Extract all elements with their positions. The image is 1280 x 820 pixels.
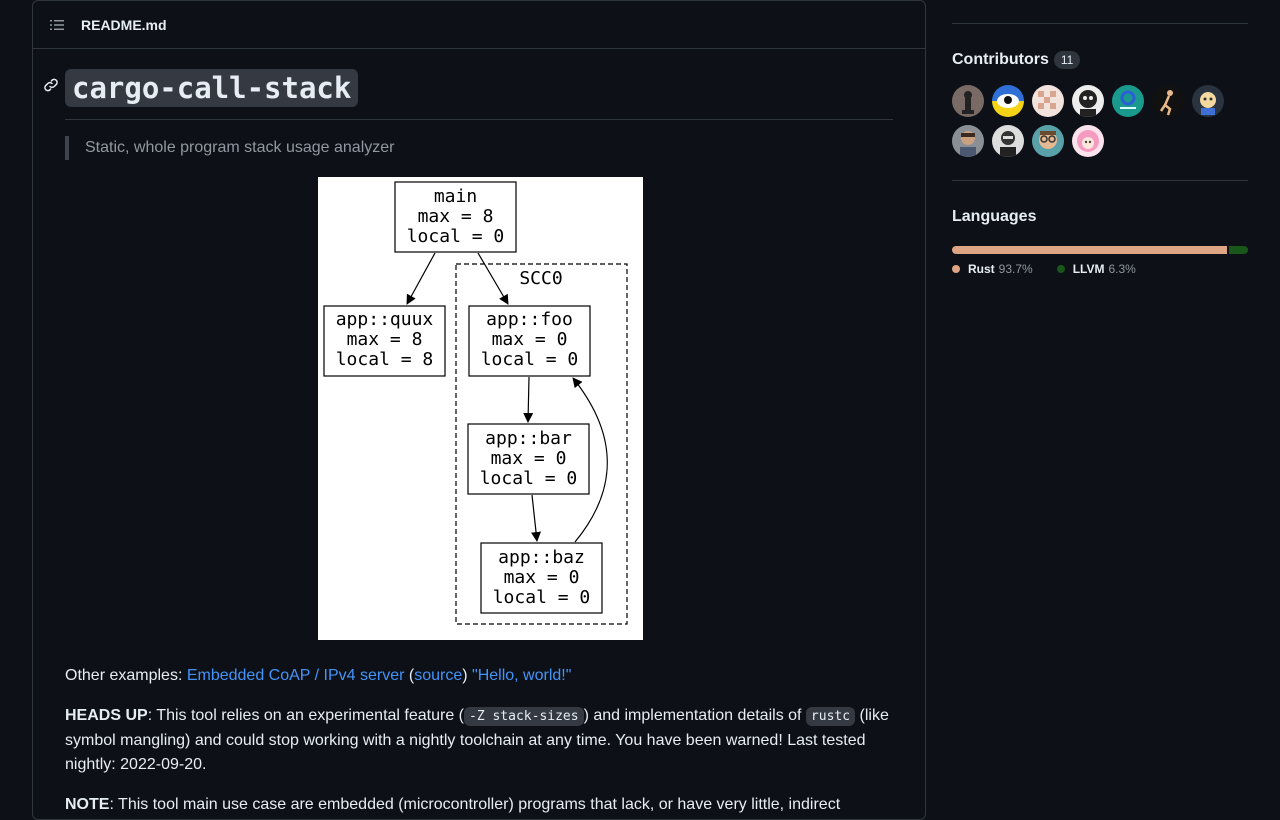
- heads-up-paragraph: HEADS UP: This tool relies on an experim…: [65, 707, 889, 773]
- edge-foo-bar: [523, 376, 534, 423]
- svg-text:local = 0: local = 0: [493, 587, 591, 608]
- avatar-pattern-icon[interactable]: [1032, 85, 1064, 117]
- svg-text:app::baz: app::baz: [498, 547, 585, 568]
- avatar-bw-icon[interactable]: [992, 125, 1024, 157]
- sidebar-divider: [952, 23, 1248, 24]
- call-graph-diagram: SCC0 main max = 8 local = 0 app::quux ma…: [318, 177, 643, 640]
- languages-legend: Rust 93.7% LLVM 6.3%: [952, 262, 1248, 276]
- svg-text:app::foo: app::foo: [486, 309, 573, 330]
- avatar-cartoon-icon[interactable]: [1192, 85, 1224, 117]
- avatar-ie-icon[interactable]: [1112, 85, 1144, 117]
- language-dot-icon: [1056, 265, 1065, 273]
- avatar-portrait-icon[interactable]: [1072, 85, 1104, 117]
- hello-world-link[interactable]: "Hello, world!": [472, 667, 571, 684]
- svg-text:max = 0: max = 0: [492, 329, 568, 350]
- avatar-runner-icon[interactable]: [1152, 85, 1184, 117]
- title-text: cargo-call-stack: [65, 69, 359, 107]
- examples-paragraph: Other examples: Embedded CoAP / IPv4 ser…: [65, 667, 572, 684]
- svg-text:max = 0: max = 0: [504, 567, 580, 588]
- contributors-title[interactable]: Contributors: [952, 51, 1049, 69]
- coap-server-link[interactable]: Embedded CoAP / IPv4 server: [187, 667, 405, 684]
- avatar-glasses-icon[interactable]: [1032, 125, 1064, 157]
- language-bar-segment-llvm[interactable]: [1229, 246, 1248, 254]
- node-quux: app::quux max = 8 local = 8: [323, 305, 446, 377]
- edge-main-quux: [406, 252, 436, 305]
- languages-bar: [952, 246, 1248, 254]
- tagline-quote: Static, whole program stack usage analyz…: [65, 136, 893, 160]
- contributors-section: Contributors 11: [952, 51, 1248, 157]
- svg-text:main: main: [434, 186, 477, 207]
- repo-sidebar: Contributors 11 Languages Rust 93.7% LLV…: [952, 0, 1248, 276]
- edge-bar-baz: [531, 494, 541, 542]
- readme-filename[interactable]: README.md: [81, 17, 167, 33]
- avatar-person-icon[interactable]: [952, 125, 984, 157]
- avatar-anime-icon[interactable]: [1072, 125, 1104, 157]
- svg-text:max = 8: max = 8: [418, 206, 494, 227]
- svg-text:max = 8: max = 8: [347, 329, 423, 350]
- tagline-text: Static, whole program stack usage analyz…: [85, 139, 395, 156]
- readme-panel: README.md cargo-call-stack Static, whole…: [32, 0, 926, 820]
- language-item-rust[interactable]: Rust 93.7%: [952, 262, 1033, 276]
- rustc-code: rustc: [805, 707, 856, 726]
- node-main: main max = 8 local = 0: [394, 181, 517, 253]
- node-bar: app::bar max = 0 local = 0: [467, 423, 590, 495]
- language-dot-icon: [952, 265, 960, 273]
- languages-title: Languages: [952, 208, 1037, 225]
- node-baz: app::baz max = 0 local = 0: [480, 542, 603, 614]
- avatar-eye-icon[interactable]: [992, 85, 1024, 117]
- sidebar-divider: [952, 180, 1248, 181]
- language-item-llvm[interactable]: LLVM 6.3%: [1056, 262, 1136, 276]
- svg-text:local = 8: local = 8: [336, 349, 434, 370]
- heads-up-label: HEADS UP: [65, 707, 148, 724]
- svg-text:app::quux: app::quux: [336, 309, 434, 330]
- source-link[interactable]: source: [414, 667, 462, 684]
- avatar-chess-icon[interactable]: [952, 85, 984, 117]
- cluster-label: SCC0: [519, 268, 562, 289]
- svg-text:local = 0: local = 0: [407, 226, 505, 247]
- readme-body: cargo-call-stack Static, whole program s…: [33, 69, 925, 817]
- node-foo: app::foo max = 0 local = 0: [468, 305, 591, 377]
- svg-text:local = 0: local = 0: [481, 349, 579, 370]
- contributors-count: 11: [1053, 51, 1081, 69]
- note-paragraph: NOTE: This tool main use case are embedd…: [65, 796, 841, 813]
- page-title: cargo-call-stack: [44, 69, 893, 120]
- link-icon[interactable]: [43, 77, 59, 93]
- list-icon[interactable]: [49, 17, 65, 33]
- language-bar-segment-rust[interactable]: [952, 246, 1228, 254]
- languages-section: Languages Rust 93.7% LLVM 6.3%: [952, 208, 1248, 276]
- readme-header: README.md: [33, 1, 925, 49]
- svg-text:max = 0: max = 0: [491, 448, 567, 469]
- edge-main-foo: [477, 252, 509, 305]
- contributors-avatars: [952, 85, 1242, 157]
- svg-text:app::bar: app::bar: [485, 428, 572, 449]
- note-label: NOTE: [65, 796, 110, 813]
- stack-sizes-code: -Z stack-sizes: [464, 707, 584, 726]
- svg-text:local = 0: local = 0: [480, 468, 578, 489]
